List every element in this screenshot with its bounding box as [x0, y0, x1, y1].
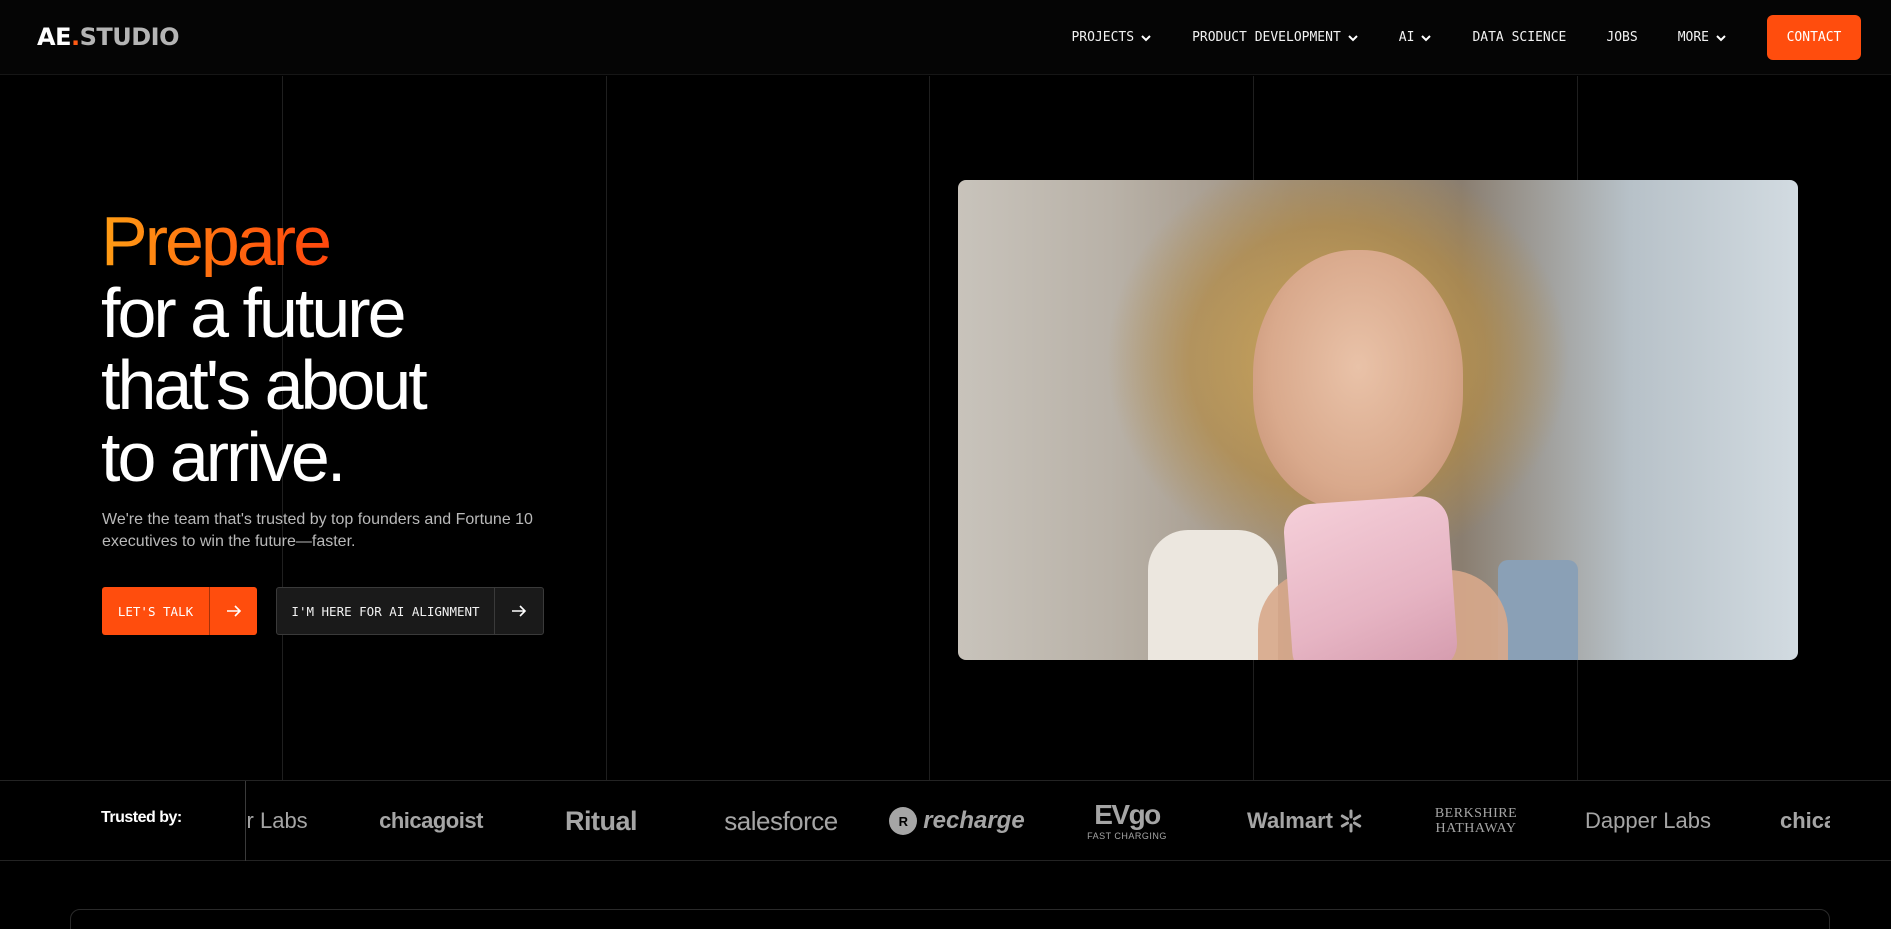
berkshire-hathaway-logo: BERKSHIRE HATHAWAY — [1416, 781, 1536, 861]
walmart-wordmark: Walmart — [1247, 808, 1333, 833]
trusted-by-strip: Trusted by: er Labs chicagoist Ritual sa… — [0, 780, 1891, 861]
nav-item-projects[interactable]: PROJECTS — [1071, 30, 1152, 45]
ae-studio-logo[interactable]: AE.STUDIO — [37, 23, 180, 51]
evgo-tagline: FAST CHARGING — [1087, 831, 1167, 841]
chevron-down-icon — [1141, 34, 1151, 41]
evgo-wordmark: EVgo — [1094, 799, 1161, 830]
next-section-card — [70, 909, 1830, 929]
nav-item-ai[interactable]: AI — [1399, 30, 1433, 45]
nav-label: DATA SCIENCE — [1472, 30, 1567, 45]
headline-line: for a future — [101, 274, 407, 352]
walmart-spark-icon — [1340, 809, 1362, 833]
main-nav: PROJECTS PRODUCT DEVELOPMENT AI DATA SCI… — [1071, 0, 1891, 75]
logo-carousel: er Labs chicagoist Ritual salesforce R r… — [246, 781, 1830, 861]
hero-headline: Prepare for a future that's about to arr… — [101, 205, 428, 496]
headline-accent: Prepare — [101, 205, 425, 277]
walmart-logo: Walmart — [1240, 781, 1370, 861]
grid-line — [606, 76, 607, 780]
ai-alignment-button[interactable]: I'M HERE FOR AI ALIGNMENT — [276, 587, 544, 635]
recharge-logo: R recharge — [882, 781, 1032, 861]
lets-talk-button[interactable]: LET'S TALK — [102, 587, 257, 635]
ai-alignment-label: I'M HERE FOR AI ALIGNMENT — [277, 588, 495, 634]
logo-part1: AE — [37, 23, 71, 51]
evgo-logo: EVgo FAST CHARGING — [1072, 781, 1182, 861]
recharge-badge-icon: R — [889, 807, 918, 835]
dapper-labs-logo: Dapper Labs — [1585, 808, 1711, 833]
nav-label: MORE — [1677, 30, 1709, 45]
nav-item-product-development[interactable]: PRODUCT DEVELOPMENT — [1192, 30, 1359, 45]
headline-line: to arrive. — [101, 418, 346, 496]
nav-item-jobs[interactable]: JOBS — [1606, 30, 1637, 45]
nav-label: JOBS — [1606, 30, 1638, 45]
chicagoist-logo: chicagoist — [379, 808, 483, 833]
nav-label: AI — [1398, 30, 1415, 45]
trusted-by-label: Trusted by: — [101, 809, 182, 826]
hero-video-image — [958, 180, 1798, 660]
nav-item-data-science[interactable]: DATA SCIENCE — [1472, 30, 1566, 45]
salesforce-logo: salesforce — [724, 805, 838, 836]
nav-label: PROJECTS — [1071, 30, 1135, 45]
arrow-right-icon — [495, 588, 543, 634]
ritual-logo: Ritual — [564, 805, 638, 836]
hero-subtext: We're the team that's trusted by top fou… — [102, 511, 533, 550]
headline-line: that's about — [101, 346, 428, 424]
arrow-right-icon — [210, 587, 257, 635]
photo-strap — [1498, 560, 1578, 660]
logo-part2: STUDIO — [79, 23, 180, 51]
berkshire-line2: HATHAWAY — [1435, 821, 1517, 836]
lets-talk-label: LET'S TALK — [102, 587, 210, 635]
photo-phone — [1282, 494, 1459, 660]
photo-face — [1253, 250, 1463, 510]
chevron-down-icon — [1421, 34, 1432, 41]
dapper-labs-logo: er Labs — [246, 808, 308, 833]
nav-item-more[interactable]: MORE — [1678, 30, 1727, 45]
logo-dot: . — [70, 23, 80, 51]
chicagoist-logo: chica — [1780, 808, 1830, 833]
chevron-down-icon — [1348, 34, 1358, 41]
contact-button[interactable]: CONTACT — [1767, 15, 1861, 60]
logo-row: er Labs chicagoist Ritual salesforce R r… — [246, 781, 1830, 861]
grid-line — [929, 76, 930, 780]
berkshire-line1: BERKSHIRE — [1434, 806, 1518, 821]
nav-label: PRODUCT DEVELOPMENT — [1192, 30, 1341, 45]
site-header: AE.STUDIO PROJECTS PRODUCT DEVELOPMENT A… — [0, 0, 1891, 75]
recharge-wordmark: recharge — [923, 807, 1025, 834]
chevron-down-icon — [1716, 34, 1726, 41]
